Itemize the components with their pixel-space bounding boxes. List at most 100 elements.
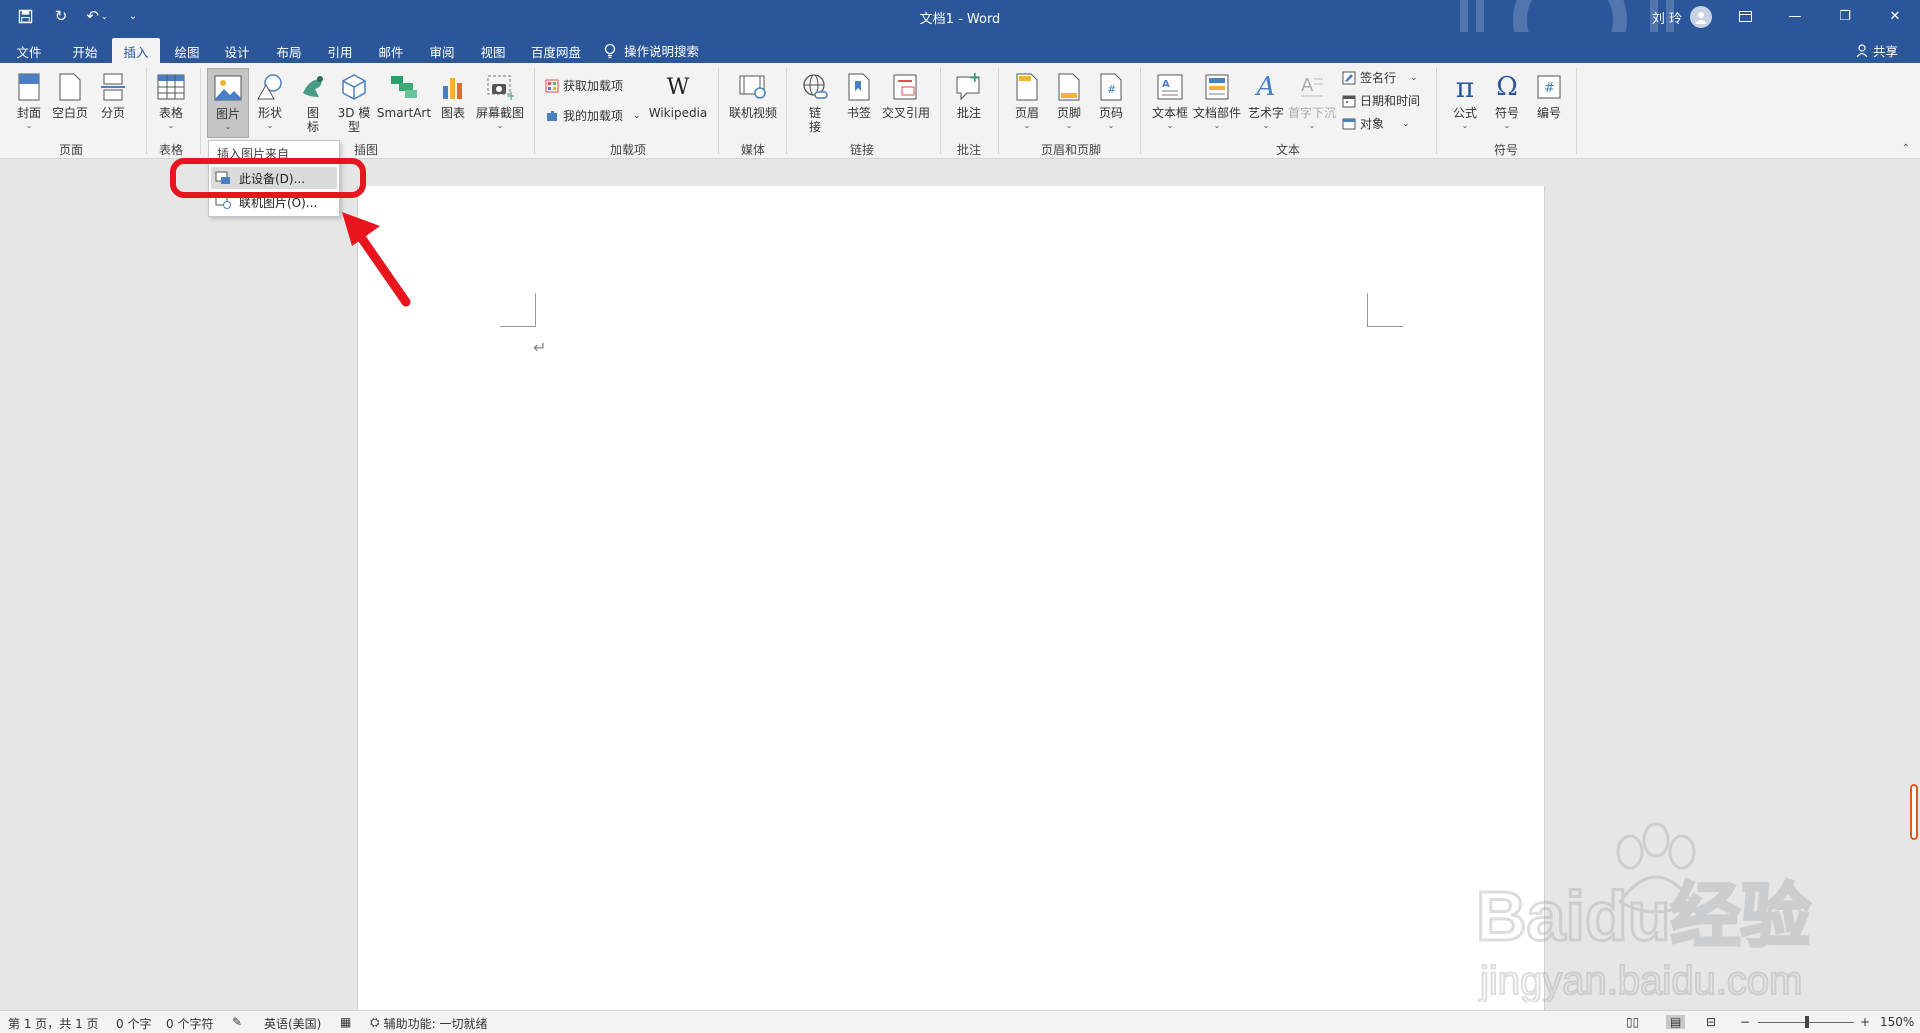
char-count[interactable]: 0 个字符: [166, 1015, 213, 1032]
group-separator: [940, 68, 941, 154]
zoom-slider-thumb[interactable]: [1805, 1016, 1809, 1028]
picture-icon: [211, 69, 245, 107]
blank-page-label: 空白页: [51, 106, 88, 120]
chevron-down-icon: ⌄: [1410, 72, 1418, 83]
read-mode-icon[interactable]: ▯▯: [1626, 1015, 1639, 1029]
pictures-label: 图片: [215, 107, 240, 121]
blank-page-button[interactable]: 空白页: [50, 68, 90, 121]
header-icon: [1010, 68, 1044, 106]
tab-view[interactable]: 视图: [478, 38, 508, 63]
chevron-down-icon: ⌄: [1107, 121, 1115, 130]
smartart-button[interactable]: SmartArt: [376, 68, 432, 121]
group-separator: [998, 68, 999, 154]
cross-reference-label: 交叉引用: [881, 106, 930, 120]
scrollbar-thumb[interactable]: [1910, 784, 1918, 840]
text-box-icon: A: [1153, 68, 1187, 106]
lightbulb-icon: [604, 43, 616, 58]
minimize-icon[interactable]: —: [1770, 0, 1820, 32]
tab-insert[interactable]: 插入: [112, 38, 160, 63]
watermark-url: jingyan.baidu.com: [1479, 959, 1802, 1002]
comment-icon: +: [952, 68, 986, 106]
zoom-out-icon[interactable]: −: [1740, 1015, 1750, 1029]
cross-reference-button[interactable]: 交叉引用: [880, 68, 932, 121]
footer-button[interactable]: 页脚 ⌄: [1052, 68, 1086, 130]
header-button[interactable]: 页眉 ⌄: [1010, 68, 1044, 130]
store-icon: [545, 79, 559, 92]
zoom-level[interactable]: 150%: [1880, 1015, 1914, 1029]
icons-button[interactable]: 图标: [296, 68, 330, 134]
shapes-button[interactable]: 形状 ⌄: [252, 68, 288, 130]
page-break-button[interactable]: 分页: [96, 68, 130, 121]
addin-icon: [547, 110, 557, 121]
get-addins-label: 获取加载项: [563, 79, 624, 93]
chart-button[interactable]: 图表: [436, 68, 470, 121]
tell-me-search[interactable]: 操作说明搜索: [604, 41, 699, 60]
tab-home[interactable]: 开始: [70, 38, 100, 63]
tab-layout[interactable]: 布局: [274, 38, 304, 63]
word-count[interactable]: 0 个字: [116, 1015, 151, 1032]
object-label: 对象: [1360, 117, 1385, 131]
date-time-label: 日期和时间: [1360, 94, 1421, 108]
chevron-down-icon: ⌄: [1503, 121, 1511, 130]
pictures-button[interactable]: 图片 ⌄: [207, 68, 249, 138]
signature-icon: [1342, 71, 1356, 84]
page-count[interactable]: 第 1 页，共 1 页: [8, 1015, 99, 1032]
group-pages-label: 页面: [58, 143, 83, 157]
page-number-label: 页码: [1098, 106, 1123, 120]
collapse-ribbon-icon[interactable]: ⌃: [1902, 143, 1910, 154]
footer-icon: [1052, 68, 1086, 106]
document-page[interactable]: ↵: [357, 186, 1545, 1010]
zoom-in-icon[interactable]: +: [1860, 1015, 1870, 1029]
footer-label: 页脚: [1056, 106, 1081, 120]
bookmark-button[interactable]: 书签: [842, 68, 876, 121]
svg-text:#: #: [1544, 81, 1555, 96]
ribbon-tabs: 文件 开始 插入 绘图 设计 布局 引用 邮件 审阅 视图 百度网盘 操作说明搜…: [0, 32, 1920, 63]
page-number-button[interactable]: # 页码 ⌄: [1094, 68, 1128, 130]
tab-file[interactable]: 文件: [14, 38, 44, 63]
macro-icon[interactable]: ▦: [340, 1015, 351, 1029]
table-button[interactable]: 表格 ⌄: [154, 68, 188, 130]
table-icon: [154, 68, 188, 106]
drop-cap-button[interactable]: A 首字下沉 ⌄: [1288, 68, 1336, 130]
3d-models-button[interactable]: 3D 模型: [336, 68, 372, 134]
language[interactable]: 英语(美国): [264, 1015, 321, 1032]
quick-parts-button[interactable]: 文档部件 ⌄: [1192, 68, 1242, 130]
close-icon[interactable]: ✕: [1870, 0, 1920, 32]
accessibility-check[interactable]: ⛭ 辅助功能: 一切就绪: [370, 1015, 487, 1032]
signature-line-button[interactable]: 签名行 ⌄: [1342, 69, 1418, 86]
screenshot-button[interactable]: + 屏幕截图 ⌄: [474, 68, 526, 130]
wikipedia-button[interactable]: W Wikipedia: [646, 68, 710, 121]
wordart-button[interactable]: A 艺术字 ⌄: [1246, 68, 1286, 130]
link-button[interactable]: 链接: [798, 68, 832, 134]
cover-page-button[interactable]: 封面 ⌄: [12, 68, 46, 130]
symbol-button[interactable]: Ω 符号 ⌄: [1490, 68, 1524, 130]
tab-baidu-netdisk[interactable]: 百度网盘: [528, 38, 584, 63]
tab-references[interactable]: 引用: [325, 38, 355, 63]
online-video-button[interactable]: 联机视频: [726, 68, 780, 121]
icons-label: 图标: [306, 106, 319, 134]
comment-button[interactable]: + 批注: [952, 68, 986, 121]
tab-design[interactable]: 设计: [222, 38, 252, 63]
group-header-footer-label: 页眉和页脚: [1040, 143, 1101, 157]
bookmark-icon: [842, 68, 876, 106]
ribbon-display-options-icon[interactable]: [1720, 0, 1770, 32]
print-layout-icon[interactable]: ▤: [1666, 1015, 1686, 1029]
date-time-button[interactable]: 日期和时间: [1342, 92, 1420, 109]
number-label: 编号: [1536, 106, 1561, 120]
calendar-icon: [1342, 95, 1356, 107]
cross-reference-icon: [889, 68, 923, 106]
get-addins-button[interactable]: 获取加载项: [545, 77, 623, 94]
user-account[interactable]: 刘 玲: [1652, 6, 1712, 28]
tab-draw[interactable]: 绘图: [172, 38, 202, 63]
web-layout-icon[interactable]: ⊟: [1706, 1015, 1716, 1029]
tab-mailings[interactable]: 邮件: [376, 38, 406, 63]
number-button[interactable]: # 编号: [1532, 68, 1566, 121]
equation-button[interactable]: π 公式 ⌄: [1448, 68, 1482, 131]
share-button[interactable]: 共享: [1856, 41, 1898, 60]
text-box-button[interactable]: A 文本框 ⌄: [1150, 68, 1190, 130]
my-addins-button[interactable]: 我的加载项 ⌄: [545, 107, 641, 124]
object-button[interactable]: 对象 ⌄: [1342, 115, 1410, 132]
tab-review[interactable]: 审阅: [427, 38, 457, 63]
restore-icon[interactable]: ❐: [1820, 0, 1870, 32]
proofing-icon[interactable]: ✎: [232, 1015, 242, 1029]
